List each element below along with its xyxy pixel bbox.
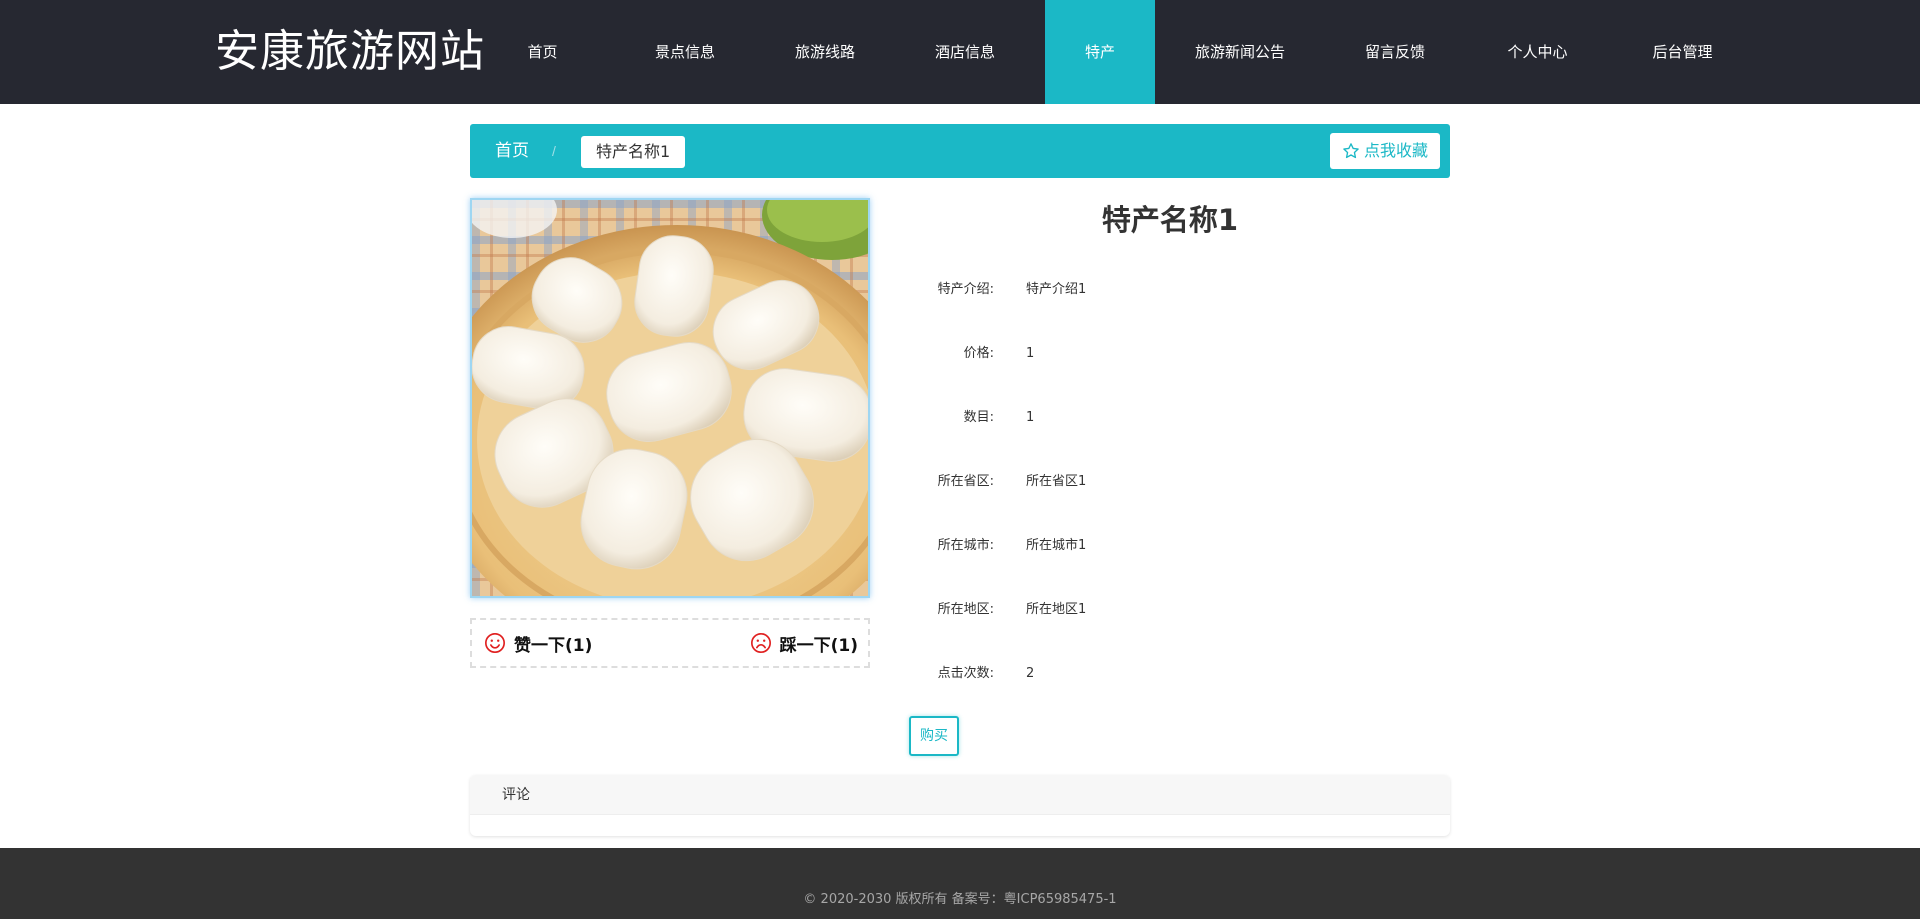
- nav-item[interactable]: 酒店信息: [885, 0, 1045, 104]
- nav-item[interactable]: 旅游新闻公告: [1155, 0, 1325, 104]
- detail-value: 所在地区1: [1026, 602, 1087, 617]
- favorite-label: 点我收藏: [1363, 141, 1428, 160]
- nav-item[interactable]: 留言反馈: [1325, 0, 1465, 104]
- detail-label: 数目:: [963, 410, 994, 425]
- breadcrumb-separator: /: [552, 143, 556, 159]
- detail-label: 点击次数:: [937, 666, 994, 681]
- nav-item[interactable]: 特产: [1045, 0, 1155, 104]
- smile-icon: [485, 633, 505, 653]
- detail-label: 特产介绍:: [937, 282, 994, 297]
- detail-label: 所在地区:: [937, 602, 994, 617]
- detail-value: 2: [1026, 666, 1035, 681]
- detail-value: 1: [1026, 410, 1035, 425]
- vote-box: 赞一下(1) 踩一下(1): [470, 618, 870, 668]
- nav-item[interactable]: 景点信息: [605, 0, 765, 104]
- nav-item[interactable]: 后台管理: [1610, 0, 1755, 104]
- breadcrumb: 首页 / 特产名称1 点我收藏: [470, 124, 1450, 178]
- site-footer: © 2020-2030 版权所有 备案号：粤ICP65985475-1: [0, 848, 1920, 919]
- star-icon: [1343, 143, 1359, 159]
- buy-button[interactable]: 购买: [909, 716, 959, 756]
- nav-item[interactable]: 首页: [480, 0, 605, 104]
- site-title[interactable]: 安康旅游网站: [215, 24, 485, 80]
- steamed-buns-image: [472, 200, 868, 596]
- nav-item[interactable]: 旅游线路: [765, 0, 885, 104]
- frown-icon: [750, 633, 771, 653]
- site-header: 安康旅游网站 首页 景点信息 旅游线路 酒店信息 特产 旅游新闻公告 留言反馈 个人中心 后台管…: [0, 0, 1920, 104]
- detail-label: 价格:: [963, 346, 994, 361]
- main-nav: 首页 景点信息 旅游线路 酒店信息 特产 旅游新闻公告 留言反馈 个人中心 后台管理: [480, 0, 1755, 104]
- detail-value: 所在省区1: [1026, 474, 1087, 489]
- footer-copyright: © 2020-2030 版权所有 备案号：粤ICP65985475-1: [803, 892, 1117, 907]
- breadcrumb-current: 特产名称1: [581, 136, 686, 168]
- detail-value: 特产介绍1: [1026, 282, 1087, 297]
- product-title: 特产名称1: [1101, 203, 1239, 237]
- comments-panel: 评论: [470, 775, 1450, 836]
- favorite-button[interactable]: 点我收藏: [1329, 133, 1440, 169]
- nav-item[interactable]: 个人中心: [1465, 0, 1610, 104]
- comments-title: 评论: [470, 775, 1450, 815]
- detail-label: 所在省区:: [937, 474, 994, 489]
- detail-value: 所在城市1: [1026, 538, 1087, 553]
- detail-label: 所在城市:: [937, 538, 994, 553]
- dislike-button[interactable]: 踩一下(1): [750, 620, 858, 666]
- dislike-label: 踩一下(1): [779, 635, 858, 656]
- product-image: [470, 198, 870, 598]
- like-button[interactable]: 赞一下(1): [484, 620, 592, 666]
- detail-value: 1: [1026, 346, 1035, 361]
- breadcrumb-home-link[interactable]: 首页: [495, 124, 529, 178]
- like-label: 赞一下(1): [514, 635, 593, 656]
